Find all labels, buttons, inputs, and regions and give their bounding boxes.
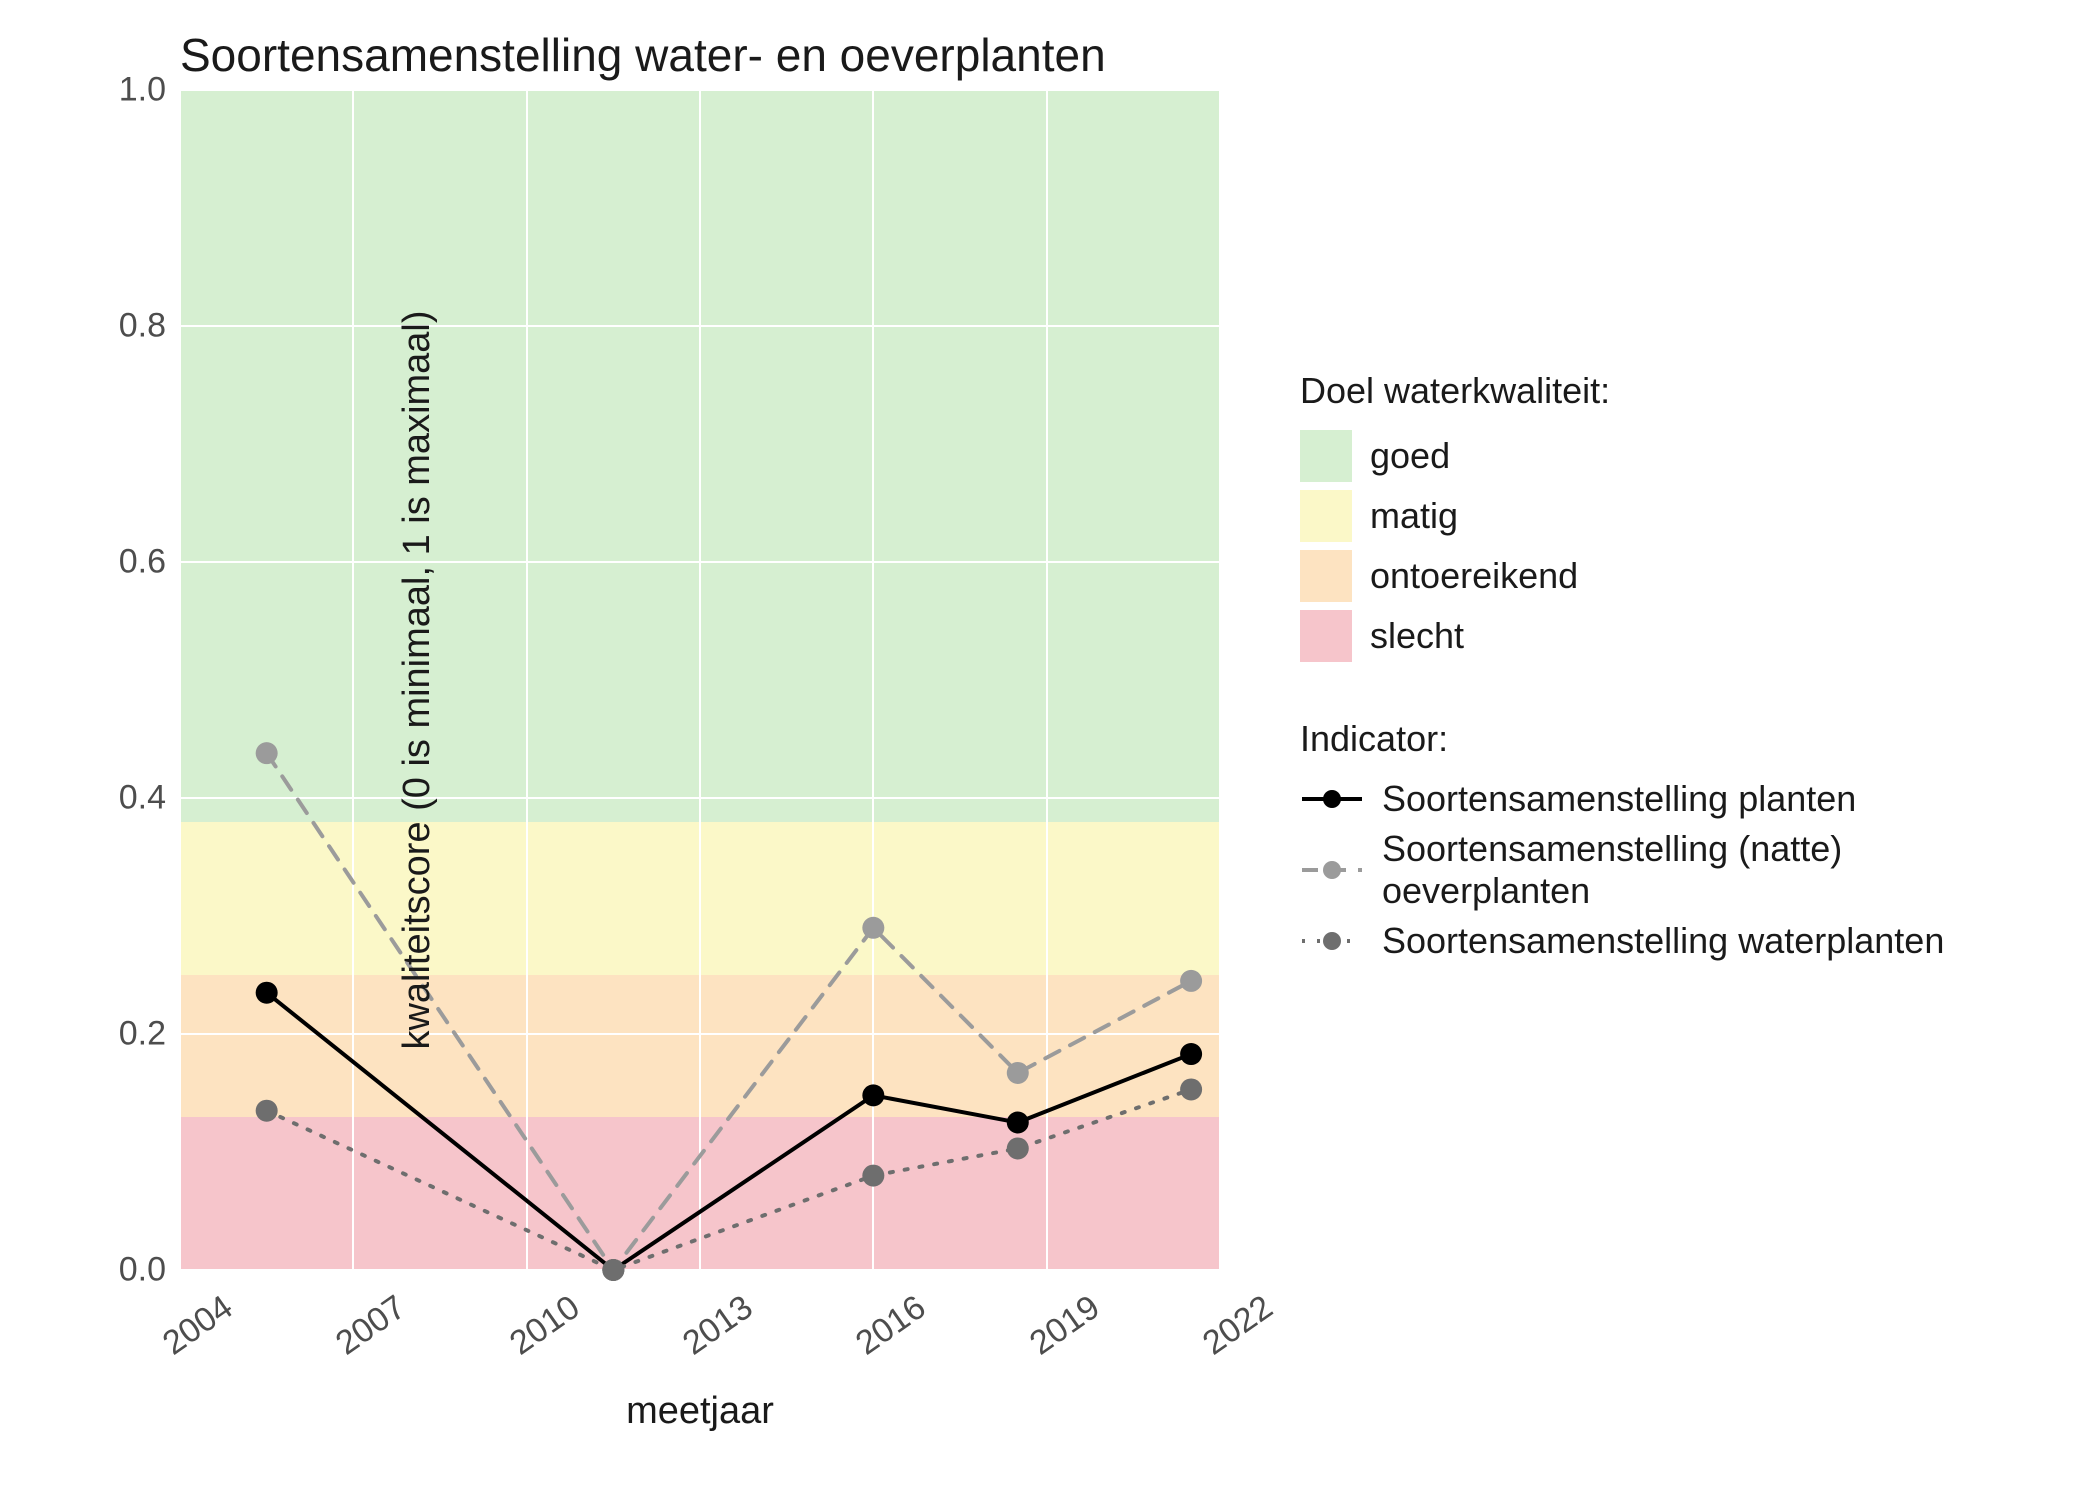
- x-tick-label: 2013: [676, 1288, 760, 1363]
- series-point: [1180, 970, 1202, 992]
- y-tick-label: 1.0: [119, 71, 166, 110]
- legend-series-row: Soortensamenstelling waterplanten: [1300, 920, 2060, 962]
- legend-indicator-title: Indicator:: [1300, 718, 2060, 760]
- legend: Doel waterkwaliteit: goed matig ontoerei…: [1300, 370, 2060, 970]
- legend-series-label: Soortensamenstelling (natte) oeverplante…: [1382, 828, 2060, 912]
- x-tick-label: 2004: [156, 1288, 240, 1363]
- series-point: [602, 1259, 624, 1281]
- series-point: [862, 1165, 884, 1187]
- legend-band-ontoereikend: ontoereikend: [1300, 550, 2060, 602]
- series-point: [1007, 1062, 1029, 1084]
- x-tick-label: 2016: [849, 1288, 933, 1363]
- legend-label: slecht: [1370, 615, 1464, 657]
- x-tick-label: 2022: [1196, 1288, 1280, 1363]
- legend-band-matig: matig: [1300, 490, 2060, 542]
- legend-label: goed: [1370, 435, 1450, 477]
- series-point: [1007, 1112, 1029, 1134]
- series-point: [1180, 1078, 1202, 1100]
- y-tick-label: 0.2: [119, 1015, 166, 1054]
- legend-series-row: Soortensamenstelling (natte) oeverplante…: [1300, 828, 2060, 912]
- y-tick-label: 0.6: [119, 543, 166, 582]
- legend-band-slecht: slecht: [1300, 610, 2060, 662]
- plot-area: meetjaar kwaliteitscore (0 is minimaal, …: [180, 90, 1220, 1270]
- lines-layer: [180, 90, 1220, 1270]
- series-point: [256, 982, 278, 1004]
- legend-band-goed: goed: [1300, 430, 2060, 482]
- legend-series-key: [1300, 781, 1364, 817]
- series-point: [1180, 1043, 1202, 1065]
- swatch-ontoereikend: [1300, 550, 1352, 602]
- legend-series-label: Soortensamenstelling planten: [1382, 778, 1856, 820]
- legend-series-key: [1300, 852, 1364, 888]
- x-tick-label: 2007: [329, 1288, 413, 1363]
- series-point: [862, 917, 884, 939]
- legend-bands-title: Doel waterkwaliteit:: [1300, 370, 2060, 412]
- series-point: [256, 742, 278, 764]
- x-tick-label: 2019: [1023, 1288, 1107, 1363]
- swatch-slecht: [1300, 610, 1352, 662]
- legend-series-label: Soortensamenstelling waterplanten: [1382, 920, 1944, 962]
- legend-label: matig: [1370, 495, 1458, 537]
- y-tick-label: 0.4: [119, 779, 166, 818]
- series-point: [1007, 1137, 1029, 1159]
- x-axis-title: meetjaar: [180, 1390, 1220, 1433]
- chart-title: Soortensamenstelling water- en oeverplan…: [180, 28, 1106, 82]
- series-point: [256, 1100, 278, 1122]
- legend-series-row: Soortensamenstelling planten: [1300, 778, 2060, 820]
- swatch-matig: [1300, 490, 1352, 542]
- series-point: [862, 1084, 884, 1106]
- y-tick-label: 0.0: [119, 1251, 166, 1290]
- legend-series-key: [1300, 923, 1364, 959]
- x-tick-label: 2010: [503, 1288, 587, 1363]
- legend-label: ontoereikend: [1370, 555, 1578, 597]
- y-tick-label: 0.8: [119, 307, 166, 346]
- swatch-goed: [1300, 430, 1352, 482]
- y-axis-title: kwaliteitscore (0 is minimaal, 1 is maxi…: [396, 310, 439, 1049]
